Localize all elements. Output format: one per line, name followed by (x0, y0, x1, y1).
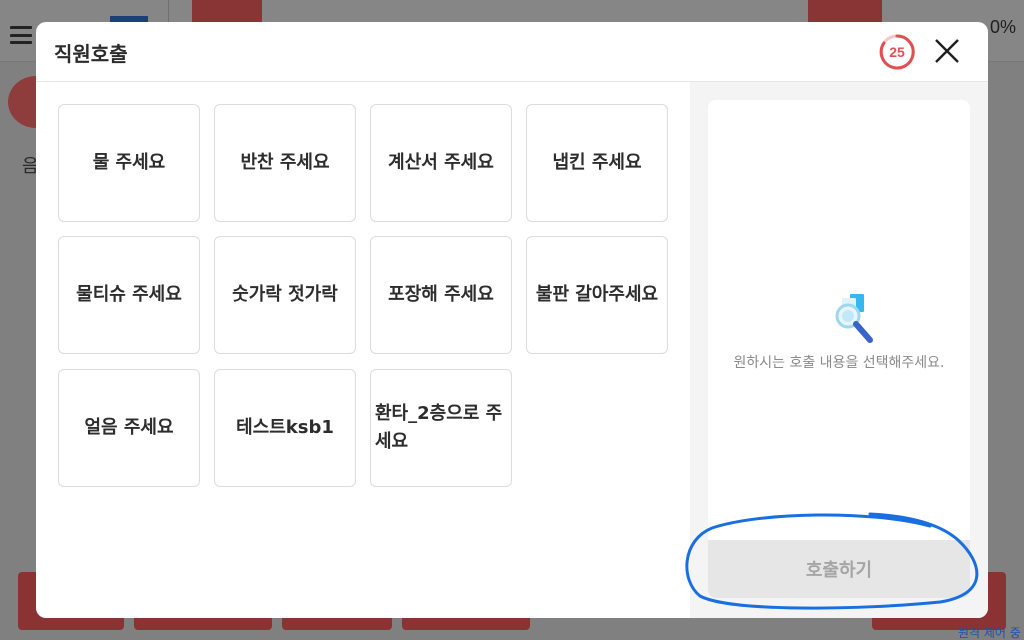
modal-header: 직원호출 25 (36, 22, 988, 82)
call-option-button[interactable]: 계산서 주세요 (370, 104, 512, 222)
call-option-label: 계산서 주세요 (388, 152, 494, 173)
close-button[interactable] (932, 36, 962, 66)
call-option-button[interactable]: 포장해 주세요 (370, 236, 512, 354)
call-options-grid: 물 주세요 반찬 주세요 계산서 주세요 냅킨 주세요 물티슈 주세요 숫가락 … (36, 82, 690, 618)
timer-value: 25 (889, 44, 905, 60)
call-option-button[interactable]: 불판 갈아주세요 (526, 236, 668, 354)
call-option-label: 포장해 주세요 (388, 284, 494, 305)
call-option-label: 냅킨 주세요 (552, 152, 642, 173)
background-tab (192, 0, 262, 22)
call-submit-button[interactable]: 호출하기 (708, 540, 970, 598)
call-detail-panel: 원하시는 호출 내용을 선택해주세요. 호출하기 (690, 82, 988, 618)
call-option-label: 얼음 주세요 (84, 417, 174, 438)
background-percent: 0% (989, 17, 1016, 37)
call-option-button[interactable]: 물티슈 주세요 (58, 236, 200, 354)
call-option-button[interactable]: 얼음 주세요 (58, 369, 200, 487)
call-option-label: 숫가락 젓가락 (232, 284, 338, 305)
call-option-button[interactable]: 테스트ksb1 (214, 369, 356, 487)
call-option-label: 물 주세요 (92, 152, 166, 173)
call-option-label: 불판 갈아주세요 (535, 284, 659, 305)
staff-call-modal: 직원호출 25 물 주세요 반찬 주세요 계산서 주세요 냅킨 주세요 물티슈 … (36, 22, 988, 618)
call-detail-card: 원하시는 호출 내용을 선택해주세요. 호출하기 (708, 100, 970, 598)
background-badge (808, 0, 882, 22)
call-option-label: 테스트ksb1 (236, 417, 334, 438)
call-option-label: 반찬 주세요 (240, 152, 330, 173)
call-option-button[interactable]: 환타_2층으로 주세요 (370, 369, 512, 487)
remote-control-label: 원격 제어 중 (958, 626, 1021, 640)
close-icon (935, 39, 959, 63)
call-option-button[interactable]: 물 주세요 (58, 104, 200, 222)
magnifier-icon (835, 294, 873, 343)
menu-icon[interactable] (10, 26, 32, 44)
countdown-timer: 25 (878, 33, 916, 71)
modal-title: 직원호출 (54, 42, 128, 66)
selection-hint: 원하시는 호출 내용을 선택해주세요. (733, 355, 945, 371)
call-option-button[interactable]: 반찬 주세요 (214, 104, 356, 222)
call-option-button[interactable]: 숫가락 젓가락 (214, 236, 356, 354)
call-option-button[interactable]: 냅킨 주세요 (526, 104, 668, 222)
call-option-label: 환타_2층으로 주세요 (375, 403, 503, 452)
call-option-label: 물티슈 주세요 (76, 284, 182, 305)
